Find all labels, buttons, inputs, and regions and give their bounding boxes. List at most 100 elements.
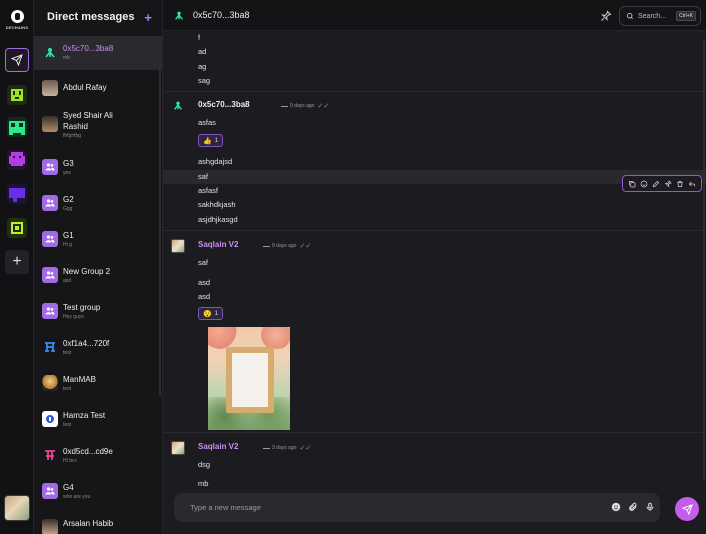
dm-name: ManMAB (63, 375, 96, 384)
server-button-3[interactable] (5, 148, 29, 172)
dm-item-0xd5cd[interactable]: 0xd5cd...cd9e HI bro (34, 446, 162, 465)
search-box[interactable]: Search... Ctrl+K (619, 6, 701, 26)
new-dm-button[interactable]: + (144, 10, 152, 25)
dm-item-g1[interactable]: G1 Hi g (34, 230, 162, 249)
message-separator (163, 91, 706, 92)
photo-avatar (42, 80, 58, 96)
dm-scrollbar[interactable] (159, 36, 161, 396)
photo-avatar (42, 519, 58, 534)
dm-item-syed-shair[interactable]: Syed Shair Ali Rashid fhfghfbg (34, 110, 162, 144)
message-text: asd (198, 292, 211, 301)
message-sender[interactable]: Saqlain V2 (198, 240, 238, 250)
tripod-icon (174, 101, 182, 110)
dm-preview: yes (63, 170, 71, 176)
pink-glyph-icon (42, 447, 58, 463)
image-roses (256, 327, 290, 349)
dm-preview: test (63, 386, 72, 392)
sender-avatar[interactable] (171, 239, 185, 253)
edit-icon[interactable] (652, 179, 661, 188)
message-text: saf (198, 258, 209, 267)
message-text: ag (198, 62, 207, 71)
add-server-button[interactable]: + (5, 250, 29, 274)
copy-icon[interactable] (628, 179, 637, 188)
user-avatar[interactable] (4, 495, 30, 521)
dm-name: G1 (63, 231, 74, 240)
dm-item-arsalan-habib[interactable]: Arsalan Habib (34, 518, 162, 534)
group-icon (42, 231, 58, 247)
pinned-messages-button[interactable] (600, 9, 612, 22)
message-sender[interactable]: Saqlain V2 (198, 442, 238, 452)
dm-name: Arsalan Habib (63, 519, 114, 528)
emoji-react-icon[interactable] (640, 179, 649, 188)
message-text: ad (198, 47, 207, 56)
dm-item-manmab[interactable]: ManMAB test (34, 374, 162, 393)
group-icon (42, 483, 58, 499)
attach-icon[interactable] (627, 501, 639, 513)
dm-preview: Hey guys (63, 314, 84, 320)
dm-name: 0xd5cd...cd9e (63, 447, 113, 456)
sender-avatar[interactable] (171, 441, 185, 455)
dm-item-g3[interactable]: G3 yes (34, 158, 162, 177)
chat-scrollbar[interactable] (703, 40, 705, 480)
message-sender[interactable]: 0x5c70...3ba8 (198, 100, 250, 110)
reply-icon[interactable] (688, 179, 697, 188)
message-text: sakhdkjash (198, 200, 236, 209)
message-meta: 3 days ago ✓✓ (263, 444, 311, 452)
read-receipt-icon: ✓✓ (317, 103, 330, 110)
reaction-count: 1 (214, 310, 219, 317)
tripod-icon (42, 44, 58, 60)
reaction-badge[interactable]: 👍 1 (198, 134, 224, 147)
search-label: Search... (638, 12, 667, 20)
emoji-icon[interactable] (610, 501, 622, 513)
app-logo[interactable]: DECHAINS (5, 10, 29, 34)
blue-glyph-icon (42, 339, 58, 355)
logo-avatar (42, 411, 58, 427)
trash-icon[interactable] (676, 179, 685, 188)
server-button-5[interactable] (5, 216, 29, 240)
app-window: DECHAINS + Direct messages + 0x5c70...3b… (0, 0, 706, 534)
message-text: asjdhjkasgd (198, 215, 238, 224)
direct-messages-panel: Direct messages + 0x5c70...3ba8 mb Abdul … (34, 0, 163, 534)
server-button-2[interactable] (5, 115, 29, 139)
direct-messages-button[interactable] (5, 48, 29, 72)
logo-mark-icon (10, 10, 24, 23)
pin-icon (600, 10, 612, 22)
dm-name: Abdul Rafay (63, 83, 107, 92)
reaction-badge[interactable]: 😯 1 (198, 307, 224, 320)
message-input[interactable] (190, 503, 590, 512)
group-icon (42, 267, 58, 283)
message-time: 9 days ago (272, 243, 297, 249)
dm-item-new-group-2[interactable]: New Group 2 asd (34, 266, 162, 285)
pin-icon[interactable] (664, 179, 673, 188)
group-icon (42, 303, 58, 319)
image-roses (208, 327, 242, 349)
dm-item-0x5c70[interactable]: 0x5c70...3ba8 mb (34, 36, 162, 70)
chat-panel: 0x5c70...3ba8 Search... Ctrl+K f ad ag s… (163, 0, 706, 534)
server-rail: DECHAINS + (0, 0, 34, 534)
dm-item-g4[interactable]: G4 who are you (34, 482, 162, 501)
purple-chat-icon (7, 184, 27, 204)
dm-name: 0x5c70...3ba8 (63, 44, 114, 53)
server-button-1[interactable] (5, 83, 29, 107)
send-button[interactable] (675, 497, 699, 521)
dm-name: G2 (63, 195, 74, 204)
thumbs-up-icon: 👍 (203, 137, 212, 145)
dm-item-abdul-rafay[interactable]: Abdul Rafay (34, 79, 162, 99)
dm-item-hamza-test[interactable]: Hamza Test test (34, 410, 162, 429)
microphone-icon[interactable] (644, 501, 656, 513)
chat-peer[interactable]: 0x5c70...3ba8 (173, 9, 250, 21)
surprised-emoji-icon: 😯 (203, 310, 212, 318)
dm-name: 0xf1a4...720f (63, 339, 110, 348)
photo-avatar (42, 375, 58, 391)
plus-icon: + (12, 253, 22, 270)
message-text: asfas (198, 118, 216, 127)
server-button-4[interactable] (5, 182, 29, 206)
dm-item-0xf1a4[interactable]: 0xf1a4...720f test (34, 338, 162, 357)
tripod-icon (175, 11, 183, 20)
dm-preview: asd (63, 278, 72, 284)
dm-preview: who are you (63, 494, 91, 500)
dm-item-test-group[interactable]: Test group Hey guys (34, 302, 162, 321)
lime-pixel-monster-icon (7, 218, 27, 238)
dm-item-g2[interactable]: G2 Ggg (34, 194, 162, 213)
image-attachment[interactable] (208, 327, 290, 430)
